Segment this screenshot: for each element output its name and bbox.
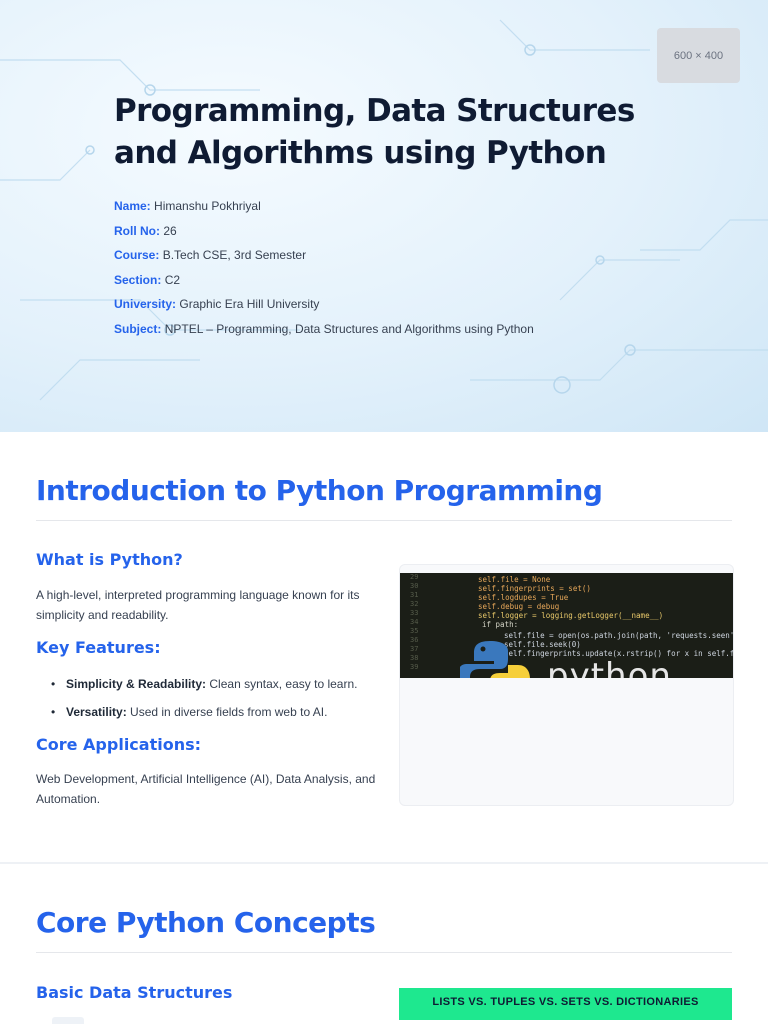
info-name: Name: Himanshu Pokhriyal: [114, 198, 534, 223]
line-number: 39: [410, 663, 419, 671]
feature-item: Simplicity & Readability: Clean syntax, …: [36, 676, 357, 704]
what-is-python-text: A high-level, interpreted programming la…: [36, 588, 360, 622]
info-roll: Roll No: 26: [114, 223, 534, 248]
info-key: Roll No:: [114, 223, 160, 238]
line-number: 32: [410, 600, 419, 608]
line-number: 34: [410, 618, 419, 626]
info-value: C2: [164, 272, 181, 287]
icon-stub: [52, 1017, 84, 1024]
section-divider: [36, 952, 732, 953]
info-course: Course: B.Tech CSE, 3rd Semester: [114, 247, 534, 272]
info-key: Name:: [114, 199, 151, 213]
line-number: 38: [410, 654, 419, 662]
code-line: self.fingerprints = set(): [478, 584, 591, 593]
key-features-heading: Key Features:: [36, 638, 161, 657]
line-number: 30: [410, 582, 419, 590]
what-is-python-heading: What is Python?: [36, 550, 183, 569]
title-hero: 600 × 400 Programming, Data Structures a…: [0, 0, 768, 432]
line-number: 29: [410, 573, 419, 581]
section-title-concepts: Core Python Concepts: [36, 906, 376, 939]
feature-label: Simplicity & Readability:: [66, 677, 207, 691]
info-value: NPTEL – Programming, Data Structures and…: [164, 321, 534, 336]
code-line: self.file = None: [478, 575, 551, 584]
code-line: self.logdupes = True: [478, 593, 569, 602]
line-number: 31: [410, 591, 419, 599]
code-line: self.logger = logging.getLogger(__name__…: [478, 611, 664, 620]
python-code-image-card: 29 30 31 32 33 34 35 36 37 38 39 self.fi…: [399, 564, 734, 806]
features-list: Simplicity & Readability: Clean syntax, …: [36, 676, 357, 732]
core-applications-heading: Core Applications:: [36, 735, 202, 754]
line-number: 37: [410, 645, 419, 653]
info-value: 26: [163, 223, 177, 238]
info-key: University:: [114, 297, 177, 312]
core-applications-text: Web Development, Artificial Intelligence…: [36, 772, 376, 806]
info-university: University: Graphic Era Hill University: [114, 296, 534, 321]
code-line: if path:: [482, 620, 519, 629]
info-value: B.Tech CSE, 3rd Semester: [162, 248, 307, 263]
info-value: Himanshu Pokhriyal: [154, 199, 261, 213]
section-title-intro: Introduction to Python Programming: [36, 474, 603, 507]
feature-text: Clean syntax, easy to learn.: [209, 677, 358, 691]
feature-label: Versatility:: [66, 705, 127, 719]
python-logo-icon: [460, 641, 530, 678]
python-logo-text: python: [547, 656, 672, 678]
line-number: 33: [410, 609, 419, 617]
image-placeholder: 600 × 400: [657, 28, 740, 83]
info-subject: Subject: NPTEL – Programming, Data Struc…: [114, 321, 534, 346]
info-key: Subject:: [114, 321, 162, 336]
table-body-start: [399, 1020, 732, 1024]
code-line: self.debug = debug: [478, 602, 560, 611]
feature-text: Used in diverse fields from web to AI.: [130, 705, 328, 719]
table-title: LISTS VS. TUPLES VS. SETS VS. DICTIONARI…: [432, 996, 699, 1008]
basic-data-structures-heading: Basic Data Structures: [36, 983, 233, 1002]
section-divider: [36, 520, 732, 521]
info-section: Section: C2: [114, 272, 534, 297]
feature-item: Versatility: Used in diverse fields from…: [36, 704, 357, 732]
info-key: Course:: [114, 248, 160, 263]
line-number: 36: [410, 636, 419, 644]
page-title: Programming, Data Structures and Algorit…: [114, 93, 635, 171]
info-value: Graphic Era Hill University: [179, 297, 320, 312]
line-number: 35: [410, 627, 419, 635]
python-code-image: 29 30 31 32 33 34 35 36 37 38 39 self.fi…: [400, 573, 733, 678]
student-info-list: Name: Himanshu Pokhriyal Roll No: 26 Cou…: [114, 198, 534, 346]
comparison-table-header: LISTS VS. TUPLES VS. SETS VS. DICTIONARI…: [399, 988, 732, 1024]
info-key: Section:: [114, 272, 162, 287]
